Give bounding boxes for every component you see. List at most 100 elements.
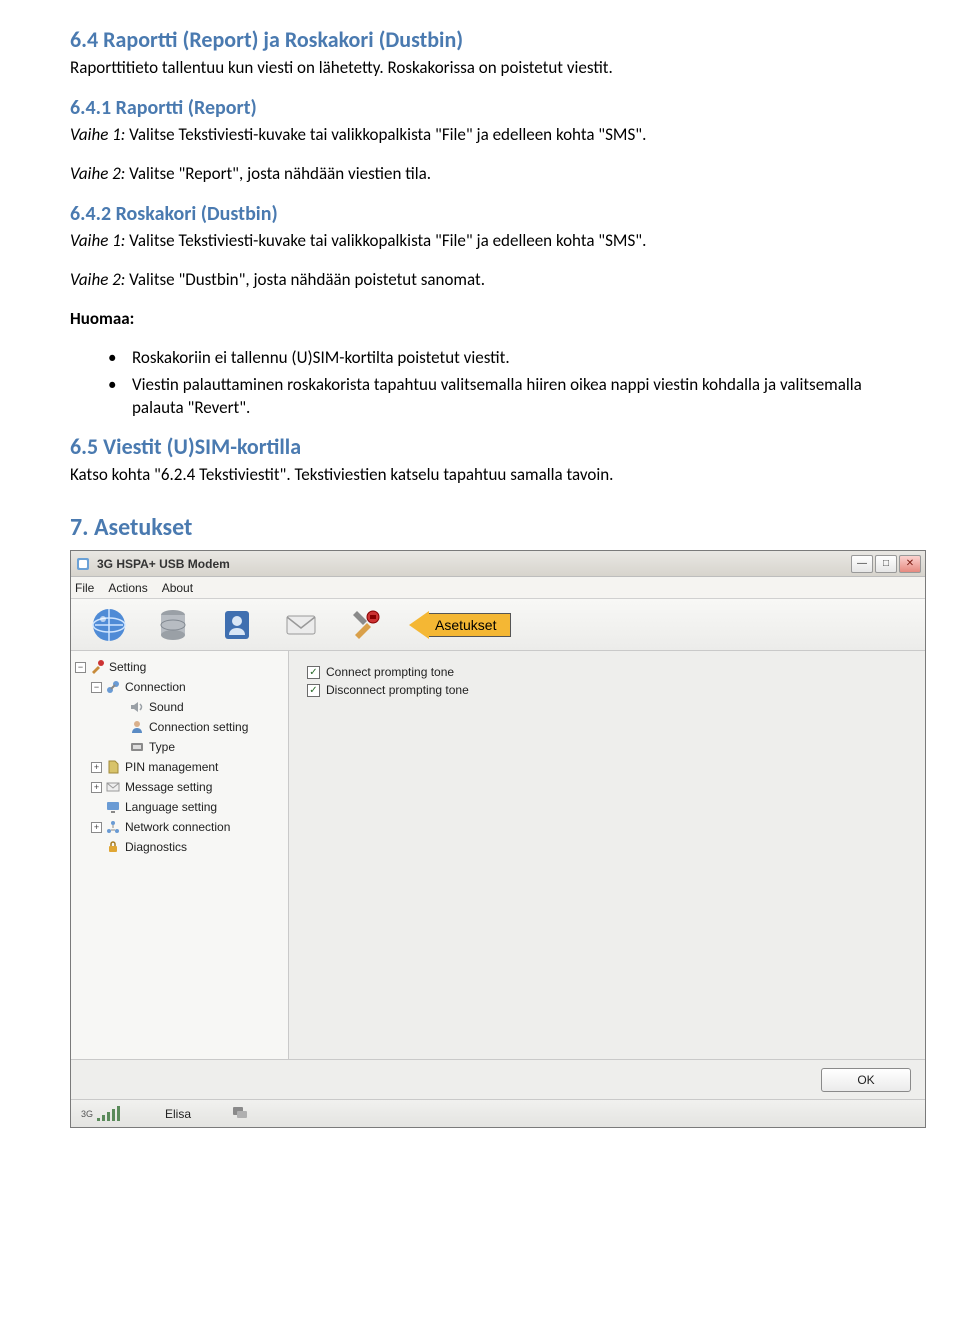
connection-icon: [105, 679, 121, 695]
paragraph: Katso kohta "6.2.4 Tekstiviestit". Tekst…: [70, 464, 890, 487]
paragraph: Vaihe 2: Valitse "Report", josta nähdään…: [70, 163, 890, 186]
tree-label: Message setting: [125, 780, 212, 794]
main-panel: ✓ Connect prompting tone ✓ Disconnect pr…: [289, 651, 925, 1059]
tree-label: Setting: [109, 660, 146, 674]
paragraph: Vaihe 1: Valitse Tekstiviesti-kuvake tai…: [70, 124, 890, 147]
checkbox-icon[interactable]: ✓: [307, 684, 320, 697]
tree-setting[interactable]: − Setting: [75, 657, 284, 677]
spacer: [115, 702, 126, 713]
tree-diagnostics[interactable]: Diagnostics: [75, 837, 284, 857]
tree-type[interactable]: Type: [75, 737, 284, 757]
heading-6-4-1: 6.4.1 Raportti (Report): [70, 96, 890, 120]
button-bar: OK: [71, 1059, 925, 1099]
spacer: [91, 842, 102, 853]
type-icon: [129, 739, 145, 755]
step-text: Valitse Tekstiviesti-kuvake tai valikkop…: [129, 124, 646, 145]
close-button[interactable]: ✕: [899, 555, 921, 573]
note-label: Huomaa:: [70, 308, 890, 331]
carrier-label: Elisa: [165, 1107, 191, 1121]
step-prefix: Vaihe 2:: [70, 269, 129, 290]
checkbox-connect-tone[interactable]: ✓ Connect prompting tone: [307, 665, 907, 679]
document-body: 6.4 Raportti (Report) ja Roskakori (Dust…: [0, 0, 960, 1148]
spacer: [115, 742, 126, 753]
paragraph: Raporttitieto tallentuu kun viesti on lä…: [70, 57, 890, 80]
envelope-small-icon: [105, 779, 121, 795]
monitor-icon: [105, 799, 121, 815]
spacer: [91, 802, 102, 813]
statusbar: 3G Elisa: [71, 1099, 925, 1127]
globe-icon[interactable]: [89, 605, 129, 645]
paragraph: Vaihe 2: Valitse "Dustbin", josta nähdää…: [70, 269, 890, 292]
titlebar[interactable]: 3G HSPA+ USB Modem — □ ✕: [71, 551, 925, 577]
tree-sound[interactable]: Sound: [75, 697, 284, 717]
callout-label: Asetukset: [429, 613, 511, 637]
ok-button[interactable]: OK: [821, 1068, 911, 1092]
checkbox-icon[interactable]: ✓: [307, 666, 320, 679]
collapse-icon[interactable]: −: [75, 662, 86, 673]
signal-label: 3G: [81, 1109, 93, 1119]
signal-indicator: 3G: [81, 1106, 125, 1122]
tree-label: Network connection: [125, 820, 230, 834]
note-list: Roskakoriin ei tallennu (U)SIM-kortilta …: [70, 347, 890, 420]
minimize-button[interactable]: —: [851, 555, 873, 573]
paragraph: Vaihe 1: Valitse Tekstiviesti-kuvake tai…: [70, 230, 890, 253]
tree-sidebar: − Setting − Connection Sound: [71, 651, 289, 1059]
window-title: 3G HSPA+ USB Modem: [97, 557, 849, 571]
tree-network-connection[interactable]: + Network connection: [75, 817, 284, 837]
expand-icon[interactable]: +: [91, 822, 102, 833]
step-prefix: Vaihe 2:: [70, 163, 129, 184]
tools-icon[interactable]: [345, 605, 385, 645]
step-text: Valitse "Dustbin", josta nähdään poistet…: [129, 269, 485, 290]
tree-label: Type: [149, 740, 175, 754]
content-area: − Setting − Connection Sound: [71, 651, 925, 1059]
tree-label: Language setting: [125, 800, 217, 814]
checkbox-disconnect-tone[interactable]: ✓ Disconnect prompting tone: [307, 683, 907, 697]
contacts-icon[interactable]: [217, 605, 257, 645]
list-item: Roskakoriin ei tallennu (U)SIM-kortilta …: [108, 347, 890, 370]
sound-icon: [129, 699, 145, 715]
toolbar: Asetukset: [71, 599, 925, 651]
checkbox-label: Disconnect prompting tone: [326, 683, 469, 697]
expand-icon[interactable]: +: [91, 782, 102, 793]
heading-7: 7. Asetukset: [70, 513, 890, 542]
tree-label: Connection setting: [149, 720, 248, 734]
tree-message-setting[interactable]: + Message setting: [75, 777, 284, 797]
tools-small-icon: [89, 659, 105, 675]
checkbox-label: Connect prompting tone: [326, 665, 454, 679]
app-icon: [75, 556, 91, 572]
lock-icon: [105, 839, 121, 855]
envelope-icon[interactable]: [281, 605, 321, 645]
tree-pin-management[interactable]: + PIN management: [75, 757, 284, 777]
menu-actions[interactable]: Actions: [108, 581, 147, 595]
app-window: 3G HSPA+ USB Modem — □ ✕ File Actions Ab…: [70, 550, 926, 1128]
tree-label: PIN management: [125, 760, 218, 774]
signal-bars-icon: [95, 1106, 125, 1122]
collapse-icon[interactable]: −: [91, 682, 102, 693]
expand-icon[interactable]: +: [91, 762, 102, 773]
network-icon: [105, 819, 121, 835]
tree-label: Sound: [149, 700, 184, 714]
menubar: File Actions About: [71, 577, 925, 599]
heading-6-5: 6.5 Viestit (U)SIM-kortilla: [70, 433, 890, 460]
tree-connection-setting[interactable]: Connection setting: [75, 717, 284, 737]
tree-connection[interactable]: − Connection: [75, 677, 284, 697]
step-prefix: Vaihe 1:: [70, 124, 129, 145]
menu-file[interactable]: File: [75, 581, 94, 595]
step-text: Valitse "Report", josta nähdään viestien…: [129, 163, 431, 184]
tree-language-setting[interactable]: Language setting: [75, 797, 284, 817]
heading-6-4: 6.4 Raportti (Report) ja Roskakori (Dust…: [70, 26, 890, 53]
arrow-tip: [409, 611, 429, 639]
step-text: Valitse Tekstiviesti-kuvake tai valikkop…: [129, 230, 646, 251]
person-icon: [129, 719, 145, 735]
window-controls: — □ ✕: [849, 555, 921, 573]
tree-label: Connection: [125, 680, 186, 694]
callout-arrow: Asetukset: [409, 611, 511, 639]
menu-about[interactable]: About: [162, 581, 193, 595]
list-item: Viestin palauttaminen roskakorista tapah…: [108, 374, 890, 420]
maximize-button[interactable]: □: [875, 555, 897, 573]
database-icon[interactable]: [153, 605, 193, 645]
sim-icon: [105, 759, 121, 775]
network-status-icon: [231, 1105, 249, 1122]
spacer: [115, 722, 126, 733]
step-prefix: Vaihe 1:: [70, 230, 129, 251]
